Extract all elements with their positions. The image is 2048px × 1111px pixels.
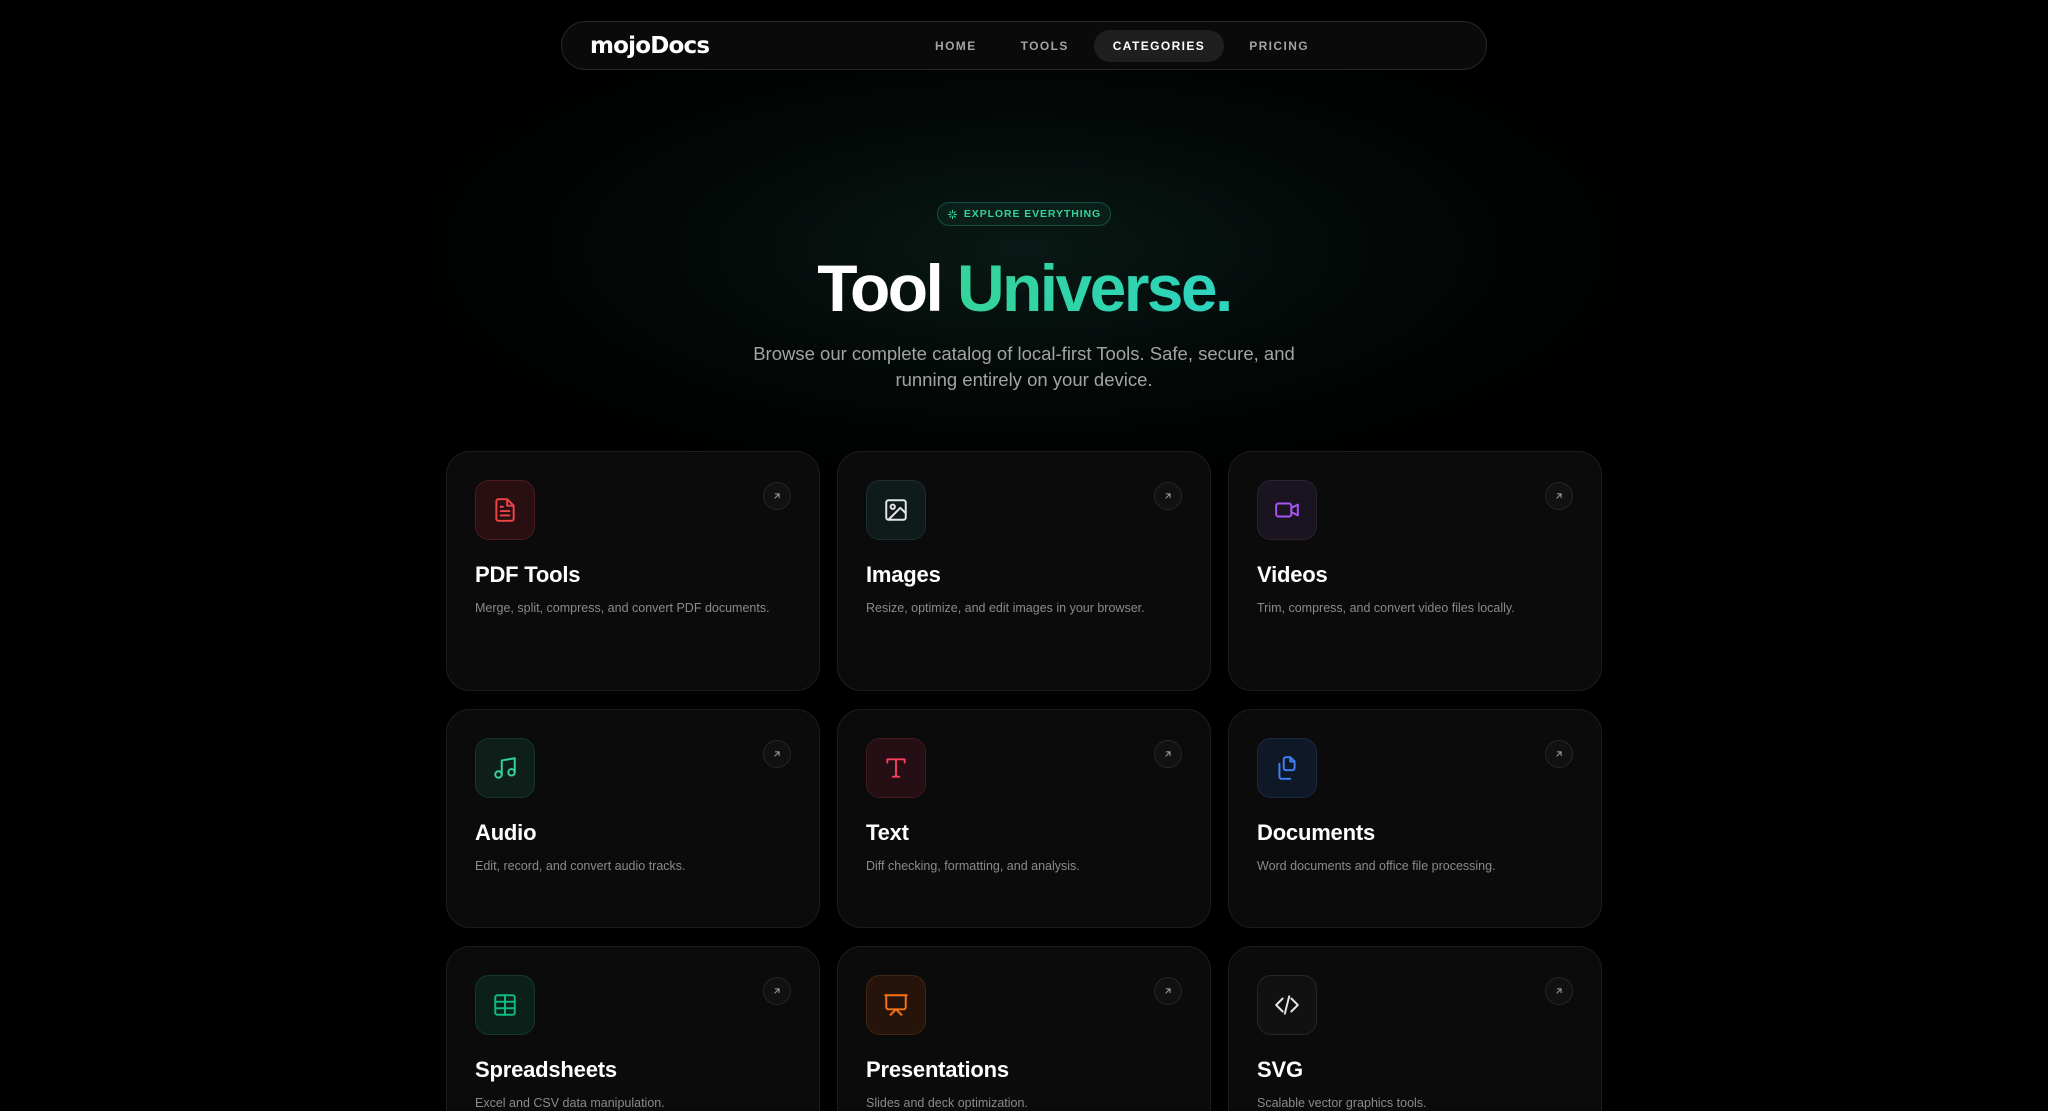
category-card-spreadsheets[interactable]: Spreadsheets Excel and CSV data manipula… — [446, 946, 820, 1111]
card-description: Resize, optimize, and edit images in you… — [866, 601, 1145, 615]
category-card-audio[interactable]: Audio Edit, record, and convert audio tr… — [446, 709, 820, 928]
svg-icon-box — [1257, 975, 1317, 1035]
page: mojoDocs HOME TOOLS CATEGORIES PRICING E… — [0, 0, 2048, 1111]
nav-link-categories[interactable]: CATEGORIES — [1093, 30, 1225, 62]
video-icon — [1275, 502, 1299, 518]
category-card-documents[interactable]: Documents Word documents and office file… — [1228, 709, 1602, 928]
arrow-up-right-icon[interactable] — [1154, 482, 1182, 510]
category-card-text[interactable]: Text Diff checking, formatting, and anal… — [837, 709, 1211, 928]
card-title: Presentations — [866, 1057, 1009, 1082]
videos-icon-box — [1257, 480, 1317, 540]
nav-link-home[interactable]: HOME — [916, 30, 996, 62]
card-title: Text — [866, 820, 909, 845]
card-title: PDF Tools — [475, 562, 581, 587]
page-title: Tool Universe. — [0, 248, 2048, 328]
arrow-up-right-icon[interactable] — [1545, 977, 1573, 1005]
sparkle-icon — [947, 209, 958, 219]
code-icon — [1275, 995, 1299, 1015]
category-card-svg[interactable]: SVG Scalable vector graphics tools. — [1228, 946, 1602, 1111]
images-icon-box — [866, 480, 926, 540]
category-card-videos[interactable]: Videos Trim, compress, and convert video… — [1228, 451, 1602, 691]
card-description: Trim, compress, and convert video files … — [1257, 601, 1515, 615]
spreadsheets-icon-box — [475, 975, 535, 1035]
card-title: Audio — [475, 820, 537, 845]
nav-links: HOME TOOLS CATEGORIES PRICING — [916, 30, 1328, 62]
nav-link-pricing[interactable]: PRICING — [1230, 30, 1328, 62]
explore-badge: EXPLORE EVERYTHING — [937, 202, 1111, 226]
nav-link-tools[interactable]: TOOLS — [1002, 30, 1088, 62]
arrow-up-right-icon[interactable] — [1154, 977, 1182, 1005]
card-description: Diff checking, formatting, and analysis. — [866, 859, 1080, 873]
top-nav: mojoDocs HOME TOOLS CATEGORIES PRICING — [561, 21, 1487, 70]
arrow-up-right-icon[interactable] — [1545, 740, 1573, 768]
card-title: SVG — [1257, 1057, 1303, 1082]
documents-icon-box — [1257, 738, 1317, 798]
music-icon — [494, 757, 516, 779]
audio-icon-box — [475, 738, 535, 798]
category-card-images[interactable]: Images Resize, optimize, and edit images… — [837, 451, 1211, 691]
card-title: Documents — [1257, 820, 1375, 845]
card-description: Word documents and office file processin… — [1257, 859, 1496, 873]
category-card-presentations[interactable]: Presentations Slides and deck optimizati… — [837, 946, 1211, 1111]
card-title: Videos — [1257, 562, 1328, 587]
arrow-up-right-icon[interactable] — [1545, 482, 1573, 510]
pdf-icon-box — [475, 480, 535, 540]
table-icon — [494, 994, 516, 1016]
title-word-white: Tool — [817, 251, 944, 325]
image-icon — [885, 499, 907, 521]
card-description: Excel and CSV data manipulation. — [475, 1096, 665, 1110]
title-word-accent: Universe. — [956, 251, 1233, 325]
file-text-icon — [495, 498, 515, 522]
presentations-icon-box — [866, 975, 926, 1035]
files-icon — [1278, 756, 1296, 780]
category-card-pdf-tools[interactable]: PDF Tools Merge, split, compress, and co… — [446, 451, 820, 691]
arrow-up-right-icon[interactable] — [763, 482, 791, 510]
arrow-up-right-icon[interactable] — [1154, 740, 1182, 768]
card-description: Scalable vector graphics tools. — [1257, 1096, 1427, 1110]
presentation-icon — [884, 994, 908, 1016]
type-icon — [886, 758, 906, 778]
text-icon-box — [866, 738, 926, 798]
card-description: Edit, record, and convert audio tracks. — [475, 859, 686, 873]
arrow-up-right-icon[interactable] — [763, 977, 791, 1005]
card-description: Merge, split, compress, and convert PDF … — [475, 601, 770, 615]
card-title: Spreadsheets — [475, 1057, 617, 1082]
page-subtitle: Browse our complete catalog of local-fir… — [753, 343, 1295, 390]
arrow-up-right-icon[interactable] — [763, 740, 791, 768]
card-title: Images — [866, 562, 941, 587]
logo[interactable]: mojoDocs — [590, 33, 710, 59]
card-description: Slides and deck optimization. — [866, 1096, 1028, 1110]
badge-label: EXPLORE EVERYTHING — [963, 208, 1102, 220]
